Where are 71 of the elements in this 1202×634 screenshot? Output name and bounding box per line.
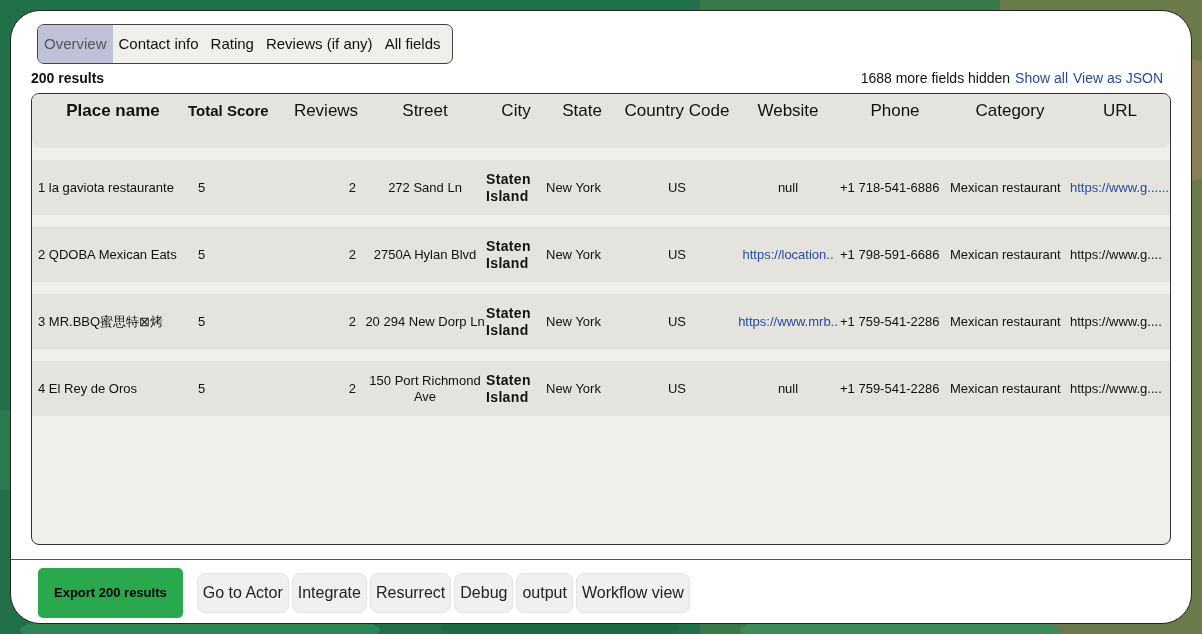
table-cell-text: 5 xyxy=(197,379,207,398)
table-cell-text: US xyxy=(666,312,688,331)
results-count: 200 results xyxy=(31,69,105,88)
table-cell-text: 2 xyxy=(347,178,357,197)
column-header: Total Score xyxy=(188,101,270,121)
table-cell-text: New York xyxy=(546,379,602,398)
hidden-fields-note: 1688 more fields hidden xyxy=(860,69,1011,88)
table-cell-text: 5 xyxy=(197,312,207,331)
table-cell-text: 5 xyxy=(197,245,207,264)
table-cell-text: US xyxy=(666,379,688,398)
action-button[interactable]: Go to Actor xyxy=(196,573,289,613)
column-header: URL xyxy=(1102,100,1138,122)
column-header: Reviews xyxy=(292,100,360,122)
table-cell-text: https://www.mrb.. xyxy=(737,312,839,331)
table-cell-text: +1 798-591-6686 xyxy=(840,245,941,264)
table-cell-text: 1 la gaviota restaurante xyxy=(38,178,175,197)
column-header: Website xyxy=(756,100,820,122)
table-cell-text: 2 xyxy=(347,379,357,398)
tab[interactable]: Contact info xyxy=(112,25,205,63)
table-cell-text: 5 xyxy=(197,178,207,197)
table-cell-text: null xyxy=(776,178,800,197)
table-cell-text: https://www.g.... xyxy=(1070,379,1163,398)
table-cell-text: https://www.g...... xyxy=(1070,178,1170,197)
column-header: Phone xyxy=(869,100,921,122)
table-cell-text: US xyxy=(666,178,688,197)
table-cell-text: Staten Island xyxy=(486,371,532,406)
header-link[interactable]: View as JSON xyxy=(1073,68,1163,89)
table-cell-text: 2 xyxy=(347,312,357,331)
table-cell-text: 150 Port Richmond Ave xyxy=(368,372,482,405)
table-cell-text: Mexican restaurant xyxy=(950,245,1062,264)
table-cell-text: 272 Sand Ln xyxy=(387,179,463,196)
table-cell-text: 2 QDOBA Mexican Eats xyxy=(38,245,178,264)
table-cell-text: Mexican restaurant xyxy=(950,178,1062,197)
tab[interactable]: All fields xyxy=(378,25,447,63)
table-cell-text: New York xyxy=(546,178,602,197)
table-cell-text: Staten Island xyxy=(486,304,532,339)
action-button[interactable]: Workflow view xyxy=(575,573,690,613)
table-cell-text: Mexican restaurant xyxy=(950,379,1062,398)
table-cell-text: null xyxy=(776,379,800,398)
export-button[interactable]: Export 200 results xyxy=(38,568,183,618)
tab[interactable]: Rating xyxy=(204,25,260,63)
table-cell-text: 4 El Rey de Oros xyxy=(38,379,138,398)
action-button[interactable]: Resurrect xyxy=(369,573,452,613)
column-header: Category xyxy=(974,100,1046,122)
table-cell-text: 3 MR.BBQ蜜思特⊠烤 xyxy=(38,312,165,331)
table-cell-text: US xyxy=(666,245,688,264)
header-link[interactable]: Show all xyxy=(1015,68,1068,89)
table-cell-text: https://www.g.... xyxy=(1070,245,1163,264)
table-cell: 20 294 New Dorp Ln xyxy=(364,313,486,330)
table-cell-text: +1 759-541-2286 xyxy=(840,379,941,398)
table-cell-text: https://www.g.... xyxy=(1070,312,1163,331)
table-cell-text: New York xyxy=(546,312,602,331)
table-cell-text: New York xyxy=(546,245,602,264)
table-cell-text: +1 718-541-6886 xyxy=(840,178,941,197)
table-cell-text: 2750A Hylan Blvd xyxy=(372,246,478,263)
column-header: Place name xyxy=(65,100,161,122)
column-header: City xyxy=(500,100,532,122)
table-cell-text: Staten Island xyxy=(486,170,532,205)
tab[interactable]: Reviews (if any) xyxy=(259,25,379,63)
column-header: Street xyxy=(401,100,449,122)
table-cell-text: Mexican restaurant xyxy=(950,312,1062,331)
table-cell-text: Staten Island xyxy=(486,237,532,272)
table-cell-text: +1 759-541-2286 xyxy=(840,312,941,331)
column-header: Country Code xyxy=(623,100,731,122)
column-header: State xyxy=(561,100,603,122)
table-cell-text: 2 xyxy=(347,245,357,264)
tab[interactable]: Overview xyxy=(38,25,113,63)
action-button[interactable]: Integrate xyxy=(291,573,367,613)
action-button[interactable]: Debug xyxy=(454,573,514,613)
table-cell-text: https://location.. xyxy=(741,245,835,264)
action-button[interactable]: output xyxy=(516,573,573,613)
